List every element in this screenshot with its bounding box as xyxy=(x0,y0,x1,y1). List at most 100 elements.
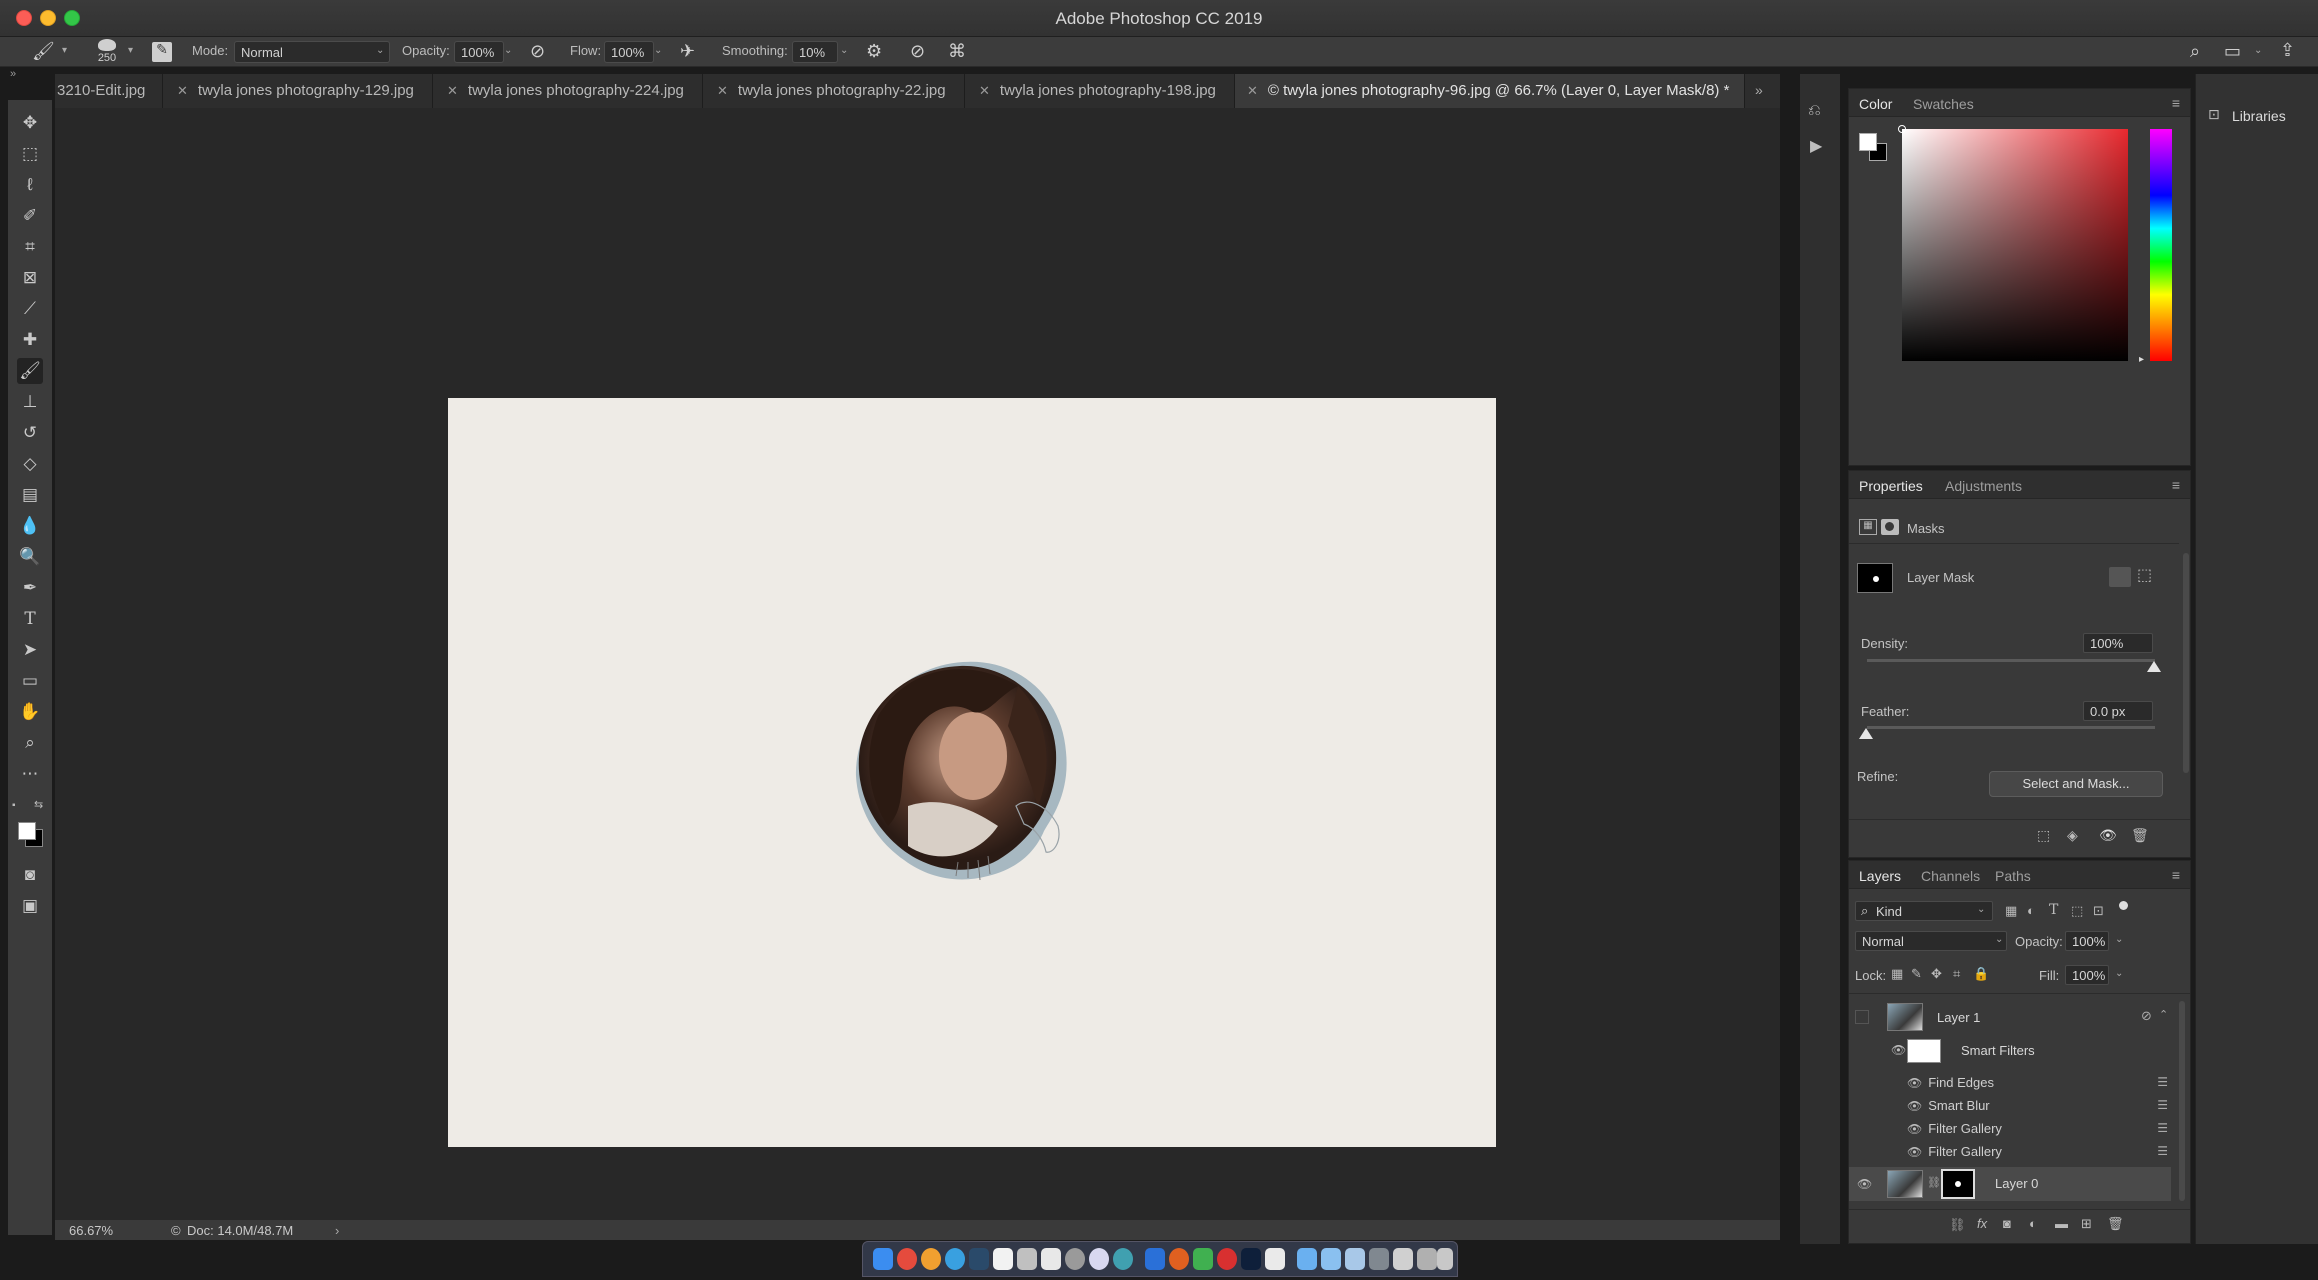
tab-198[interactable]: ✕ twyla jones photography-198.jpg xyxy=(965,74,1235,108)
close-icon[interactable]: ✕ xyxy=(1247,83,1258,98)
layer-mask-thumbnail[interactable] xyxy=(1941,1169,1975,1199)
lock-image-icon[interactable]: ✎ xyxy=(1911,966,1922,982)
actions-play-icon[interactable]: ▶ xyxy=(1810,136,1822,156)
workspace-icon[interactable]: ▭ xyxy=(2224,42,2241,60)
fill-field[interactable]: 100% xyxy=(2065,965,2109,985)
feather-slider-knob[interactable] xyxy=(1859,728,1873,739)
tab-swatches[interactable]: Swatches xyxy=(1913,96,1974,112)
flow-field[interactable]: 100% xyxy=(604,41,654,63)
path-selection-tool-icon[interactable]: ➤ xyxy=(17,637,43,663)
dodge-tool-icon[interactable]: 🔍 xyxy=(17,544,43,570)
filter-adjustment-layers-icon[interactable]: ◐ xyxy=(2027,903,2035,918)
add-pixel-mask-button[interactable] xyxy=(2109,567,2131,587)
gear-icon[interactable]: ⚙ xyxy=(866,42,882,60)
close-icon[interactable]: ✕ xyxy=(979,83,990,98)
healing-brush-tool-icon[interactable]: ✚ xyxy=(17,327,43,353)
close-icon[interactable]: ✕ xyxy=(177,83,188,98)
quick-mask-icon[interactable]: ◙ xyxy=(17,862,43,888)
filter-options-icon[interactable]: ☰ xyxy=(2157,1098,2168,1112)
layer-name[interactable]: Layer 0 xyxy=(1995,1176,2038,1191)
tab-22[interactable]: ✕ twyla jones photography-22.jpg xyxy=(703,74,965,108)
default-colors-icon[interactable]: ▪ xyxy=(12,800,16,811)
pen-tool-icon[interactable]: ✒ xyxy=(17,575,43,601)
filter-type-layers-icon[interactable]: T xyxy=(2049,902,2058,918)
visibility-toggle-off[interactable] xyxy=(1855,1010,1869,1024)
smart-filter-filter-gallery-2[interactable]: 👁 Filter Gallery xyxy=(1907,1144,2002,1159)
rectangle-tool-icon[interactable]: ▭ xyxy=(17,668,43,694)
density-slider-track[interactable] xyxy=(1867,659,2155,662)
share-icon[interactable]: ⇪ xyxy=(2280,41,2295,59)
kind-filter-select[interactable]: ⌕ Kind xyxy=(1855,901,1993,921)
lock-position-icon[interactable]: ✥ xyxy=(1931,966,1942,982)
eye-icon[interactable]: 👁 xyxy=(1891,1043,1906,1057)
dropbox-icon[interactable] xyxy=(1145,1248,1165,1270)
close-icon[interactable]: ✕ xyxy=(447,83,458,98)
tab-129[interactable]: ✕ twyla jones photography-129.jpg xyxy=(163,74,433,108)
textedit-icon[interactable] xyxy=(1265,1248,1285,1270)
tab-96-active[interactable]: ✕ © twyla jones photography-96.jpg @ 66.7… xyxy=(1235,74,1745,108)
smart-filter-mask-thumbnail[interactable] xyxy=(1907,1039,1941,1063)
smoothing-field[interactable]: 10% xyxy=(792,41,838,63)
hue-slider-knob[interactable]: ▸ xyxy=(2139,354,2144,365)
chevron-down-icon[interactable]: ▾ xyxy=(128,45,133,56)
finder-icon[interactable] xyxy=(873,1248,893,1270)
chevron-down-icon[interactable]: ⌄ xyxy=(2115,968,2123,979)
layers-scrollbar[interactable] xyxy=(2179,1001,2185,1201)
mode-select[interactable]: Normal xyxy=(234,41,390,63)
notes-icon[interactable] xyxy=(993,1248,1013,1270)
tab-3210-edit[interactable]: 3210-Edit.jpg xyxy=(55,74,163,108)
lock-transparent-icon[interactable]: ▦ xyxy=(1891,966,1903,982)
symmetry-icon[interactable]: ⌘ xyxy=(948,42,966,60)
clone-stamp-tool-icon[interactable]: ⊥ xyxy=(17,389,43,415)
vector-mask-icon[interactable] xyxy=(1881,519,1899,535)
system-prefs-icon[interactable] xyxy=(1065,1248,1085,1270)
firefox-icon[interactable] xyxy=(1169,1248,1189,1270)
layer-thumbnail[interactable] xyxy=(1887,1170,1923,1198)
color-picker-marker[interactable] xyxy=(1898,125,1906,133)
lightroom-icon[interactable] xyxy=(969,1248,989,1270)
media-icon[interactable] xyxy=(1217,1248,1237,1270)
eraser-tool-icon[interactable]: ◇ xyxy=(17,451,43,477)
screen-mode-icon[interactable]: ▣ xyxy=(17,893,43,919)
folder-icon[interactable] xyxy=(1321,1248,1341,1270)
link-layers-icon[interactable]: ⛓ xyxy=(1949,1217,1966,1233)
history-panel-icon[interactable]: ⎌ xyxy=(1808,102,1821,120)
numbers-icon[interactable] xyxy=(1193,1248,1213,1270)
layer-thumbnail[interactable] xyxy=(1887,1003,1923,1031)
feather-slider-track[interactable] xyxy=(1867,726,2155,729)
filter-toggle-icon[interactable] xyxy=(2119,901,2128,910)
foreground-color-swatch[interactable] xyxy=(18,822,36,840)
chevron-down-icon[interactable]: ⌄ xyxy=(840,45,848,56)
type-tool-icon[interactable]: T xyxy=(17,606,43,632)
stack-icon[interactable] xyxy=(1393,1248,1413,1270)
eye-icon[interactable]: 👁 xyxy=(1907,1099,1922,1113)
chevron-down-icon[interactable]: ▾ xyxy=(62,45,67,56)
stack-icon[interactable] xyxy=(1369,1248,1389,1270)
quick-selection-tool-icon[interactable]: ✐ xyxy=(17,203,43,229)
crop-tool-icon[interactable]: ⌗ xyxy=(17,234,43,260)
filter-shape-layers-icon[interactable]: ⬚ xyxy=(2071,903,2083,919)
eyedropper-tool-icon[interactable]: ⟋ xyxy=(17,296,43,322)
color-swatches[interactable] xyxy=(18,822,43,847)
filter-options-icon[interactable]: ☰ xyxy=(2157,1075,2168,1089)
folder-icon[interactable] xyxy=(1345,1248,1365,1270)
filter-options-icon[interactable]: ☰ xyxy=(2157,1121,2168,1135)
load-selection-icon[interactable]: ⬚ xyxy=(2037,827,2050,844)
more-tools-icon[interactable]: ⋯ xyxy=(17,761,43,787)
document-canvas[interactable] xyxy=(448,398,1496,1147)
folder-icon[interactable] xyxy=(1297,1248,1317,1270)
lock-artboard-icon[interactable]: ⌗ xyxy=(1953,966,1960,982)
tab-layers[interactable]: Layers xyxy=(1859,868,1901,884)
canvas-workspace[interactable] xyxy=(55,108,1780,1220)
disable-mask-icon[interactable]: 👁 xyxy=(2099,827,2117,844)
apply-mask-icon[interactable]: ◈ xyxy=(2067,827,2078,844)
new-layer-icon[interactable]: ⊞ xyxy=(2081,1216,2092,1232)
lock-all-icon[interactable]: 🔒 xyxy=(1973,966,1989,982)
stack-icon[interactable] xyxy=(1417,1248,1437,1270)
brush-preset-picker[interactable]: 250 xyxy=(92,39,122,65)
close-icon[interactable]: ✕ xyxy=(717,83,728,98)
gradient-tool-icon[interactable]: ▤ xyxy=(17,482,43,508)
search-icon[interactable]: ⌕ xyxy=(2190,42,2200,60)
chevron-down-icon[interactable]: ⌄ xyxy=(504,45,512,56)
marquee-tool-icon[interactable]: ⬚ xyxy=(17,141,43,167)
